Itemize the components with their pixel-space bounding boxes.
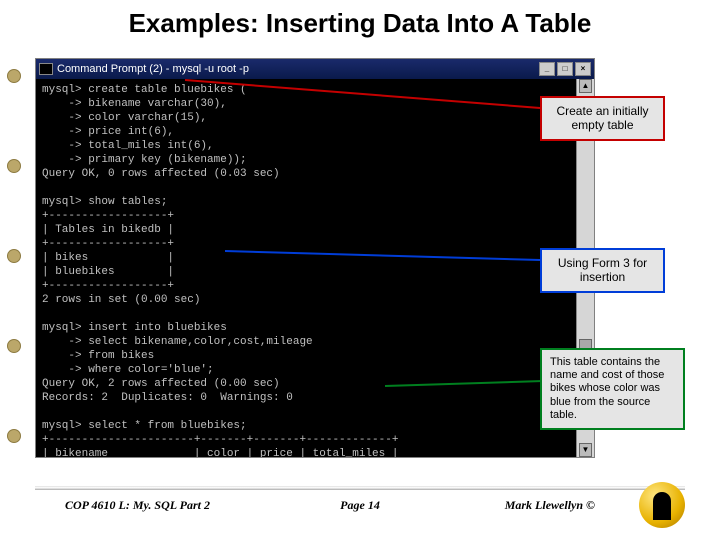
callout-form3: Using Form 3 for insertion [540,248,665,293]
slide: Examples: Inserting Data Into A Table Co… [35,8,685,528]
ucf-logo [639,482,685,528]
callout-create-table: Create an initially empty table [540,96,665,141]
close-button[interactable]: × [575,62,591,76]
scroll-up-icon[interactable]: ▲ [579,79,592,93]
scroll-down-icon[interactable]: ▼ [579,443,592,457]
thumb-dot [8,430,20,442]
footer-author: Mark Llewellyn © [505,498,595,513]
thumb-dot [8,250,20,262]
command-prompt-window: Command Prompt (2) - mysql -u root -p _ … [35,58,595,458]
app-icon [39,63,53,75]
slide-footer: COP 4610 L: My. SQL Part 2 Page 14 Mark … [35,486,685,526]
minimize-button[interactable]: _ [539,62,555,76]
footer-page: Page 14 [340,498,380,513]
window-titlebar: Command Prompt (2) - mysql -u root -p _ … [36,59,594,79]
terminal-output: mysql> create table bluebikes ( -> biken… [36,79,576,457]
thumb-dot [8,340,20,352]
window-title: Command Prompt (2) - mysql -u root -p [57,63,249,75]
slide-title: Examples: Inserting Data Into A Table [35,8,685,39]
footer-rule [35,486,685,490]
callout-result-table: This table contains the name and cost of… [540,348,685,430]
footer-course: COP 4610 L: My. SQL Part 2 [65,498,210,513]
thumb-dot [8,70,20,82]
maximize-button[interactable]: □ [557,62,573,76]
thumb-dot [8,160,20,172]
slide-thumbnail-strip [0,0,28,540]
